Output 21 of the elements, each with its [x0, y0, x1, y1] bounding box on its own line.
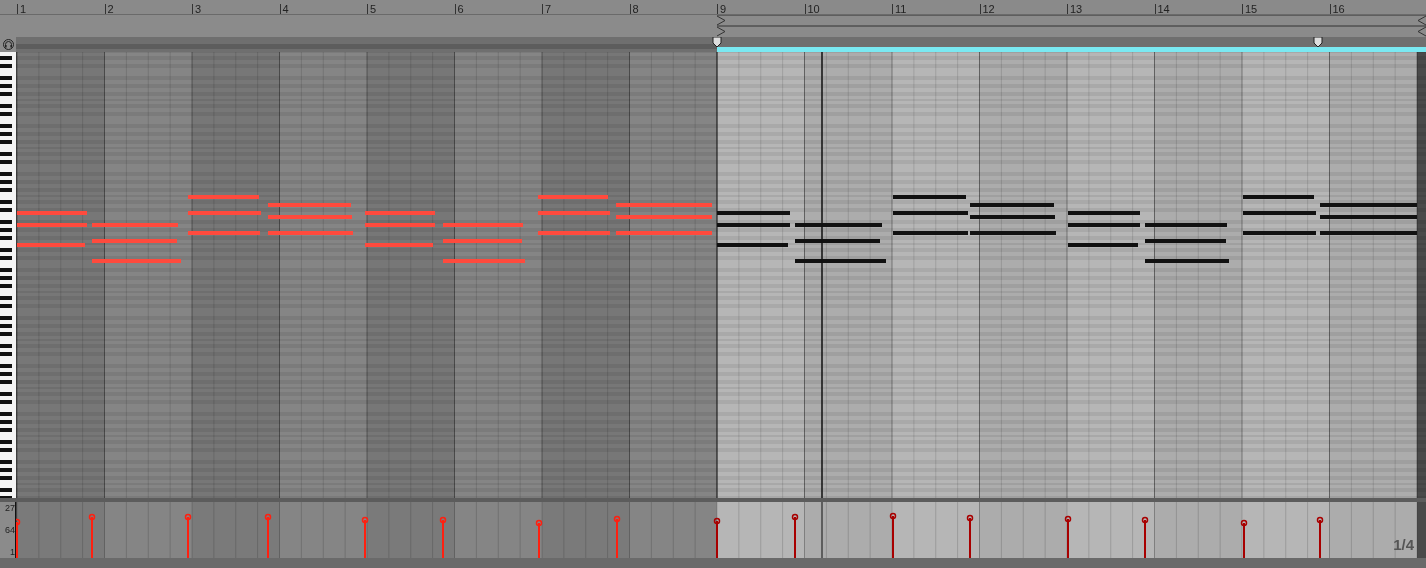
bar-number: 15: [1244, 4, 1258, 14]
bar-number: 14: [1156, 4, 1170, 14]
bar-number: 7: [544, 4, 552, 14]
bar-number: 11: [894, 4, 907, 14]
bar-number: 10: [806, 4, 820, 14]
bar-number: 3: [194, 4, 202, 14]
velocity-axis-label: 27: [5, 503, 15, 513]
bar-number: 5: [369, 4, 377, 14]
bar-number: 2: [106, 4, 114, 14]
bar-number: 4: [281, 4, 289, 14]
bar-number: 9: [719, 4, 727, 14]
bar-number: 13: [1069, 4, 1083, 14]
bar-number: 12: [981, 4, 995, 14]
bar-number: 8: [631, 4, 639, 14]
bar-number: 1: [19, 4, 27, 14]
bar-number: 16: [1331, 4, 1345, 14]
velocity-axis-label: 1: [10, 547, 15, 557]
bar-number: 6: [456, 4, 464, 14]
velocity-axis-label: 64: [5, 525, 15, 535]
bar-ruler[interactable]: 1 2 3 4 5 6 7 8 9 10 11 12 13 14 15 16: [0, 0, 1426, 14]
zoom-label: 1/4: [1393, 534, 1414, 555]
